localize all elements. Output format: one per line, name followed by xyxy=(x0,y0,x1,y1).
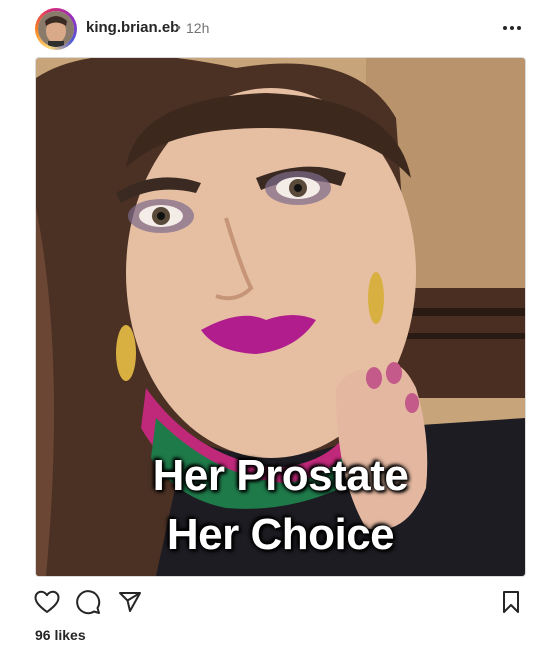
heart-icon xyxy=(34,590,60,613)
bookmark-icon xyxy=(503,591,519,613)
post-actions xyxy=(0,582,555,622)
comment-icon xyxy=(76,590,101,615)
separator-dot: • xyxy=(176,19,181,35)
share-button[interactable] xyxy=(116,588,144,616)
avatar-story-ring[interactable] xyxy=(35,8,77,50)
post-image[interactable]: Her Prostate Her Choice xyxy=(35,57,526,577)
post-timestamp[interactable]: 12h xyxy=(186,20,209,36)
post-header: king.brian.eb • 12h xyxy=(0,0,555,56)
username-link[interactable]: king.brian.eb xyxy=(86,19,179,36)
likes-count[interactable]: 96 likes xyxy=(35,627,86,643)
send-icon xyxy=(119,592,141,612)
avatar-photo xyxy=(38,11,74,47)
image-caption-line-1: Her Prostate xyxy=(152,451,409,500)
comment-button[interactable] xyxy=(74,588,102,616)
image-caption-line-2: Her Choice xyxy=(166,510,395,559)
avatar[interactable] xyxy=(38,11,74,47)
post: king.brian.eb • 12h Her Prostate Her Cho… xyxy=(0,0,555,654)
more-options-button[interactable] xyxy=(498,14,526,42)
more-horizontal-icon xyxy=(503,26,521,30)
like-button[interactable] xyxy=(33,588,61,616)
save-button[interactable] xyxy=(497,588,525,616)
